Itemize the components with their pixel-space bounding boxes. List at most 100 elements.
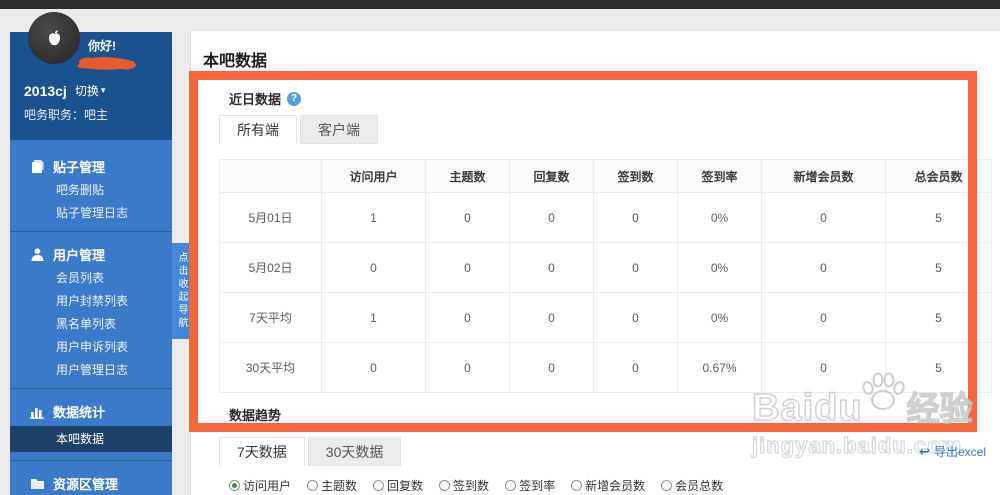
trend-tab[interactable]: 7天数据 [219,437,305,466]
trend-section-title: 数据趋势 [229,408,281,423]
row-label-cell: 7天平均 [220,293,322,343]
radio-label: 主题数 [321,477,357,494]
table-row: 7天平均10000%05 [220,293,992,343]
top-window-bar [0,0,1000,9]
radio-label: 访问用户 [243,477,291,494]
data-cell: 0 [426,343,510,393]
metric-radio-option[interactable]: 回复数 [373,477,423,494]
data-cell: 0 [762,293,886,343]
radio-button[interactable] [661,480,672,491]
radio-button[interactable] [439,480,450,491]
trend-tab[interactable]: 30天数据 [308,437,402,466]
radio-button[interactable] [307,480,318,491]
data-cell: 0 [322,343,426,393]
row-label-cell: 5月01日 [220,193,322,243]
sidebar-menu: 贴子管理吧务删贴贴子管理日志用户管理会员列表用户封禁列表黑名单列表用户申诉列表用… [10,140,172,495]
avatar [28,12,80,64]
help-icon[interactable]: ? [287,92,301,106]
table-row: 5月02日00000%05 [220,243,992,293]
metric-radio-option[interactable]: 签到率 [505,477,555,494]
data-cell: 0 [426,243,510,293]
data-cell: 0 [594,293,678,343]
user-info-block: 你好! 2013cj 切换 ▾ 吧务职务：吧主 [10,32,172,140]
radio-label: 签到数 [453,477,489,494]
table-header-row: 访问用户主题数回复数签到数签到率新增会员数总会员数 [220,160,992,193]
role-label: 吧务职务：吧主 [24,106,108,123]
sidebar-item[interactable]: 贴子管理日志 [10,202,172,225]
account-name: 2013cj [24,83,67,99]
data-cell: 5 [886,193,992,243]
metric-radio-option[interactable]: 会员总数 [661,477,723,494]
data-cell: 0% [678,243,762,293]
sidebar-section-label: 资源区管理 [53,474,118,493]
sidebar-section: 资源区管理图册精品贴收纳 [10,460,172,495]
collapse-nav-tab[interactable]: 点击收起导航 [172,243,191,339]
sidebar-item[interactable]: 会员列表 [10,267,172,290]
sidebar-section-label: 数据统计 [53,402,105,421]
recent-data-table: 访问用户主题数回复数签到数签到率新增会员数总会员数5月01日10000%055月… [219,159,992,393]
radio-button[interactable] [373,480,384,491]
recent-data-section-title: 近日数据 [229,89,281,108]
data-cell: 0 [322,243,426,293]
radio-label: 签到率 [519,477,555,494]
page-title: 本吧数据 [203,47,267,71]
data-cell: 0 [510,193,594,243]
data-cell: 1 [322,193,426,243]
data-cell: 0 [594,193,678,243]
sidebar-item[interactable]: 用户申诉列表 [10,336,172,359]
sidebar-item[interactable]: 吧务删贴 [10,179,172,202]
metric-radio-option[interactable]: 新增会员数 [571,477,645,494]
data-cell: 0 [426,193,510,243]
radio-button[interactable] [505,480,516,491]
export-excel-link[interactable]: ↩ 导出excel [919,443,986,460]
folder-icon [30,476,45,491]
data-cell: 0 [510,243,594,293]
recent-tab[interactable]: 客户端 [300,115,378,144]
radio-button[interactable] [571,480,582,491]
metric-radio-option[interactable]: 访问用户 [229,477,291,494]
sidebar-section-title: 资源区管理 [10,471,172,495]
posts-icon [30,159,45,174]
sidebar-item[interactable]: 黑名单列表 [10,313,172,336]
radio-label: 新增会员数 [585,477,645,494]
data-cell: 0 [510,293,594,343]
table-row: 5月01日10000%05 [220,193,992,243]
row-label-cell: 30天平均 [220,343,322,393]
users-icon [30,247,45,262]
sidebar-section-title: 数据统计 [10,399,172,424]
sidebar-item[interactable]: 用户管理日志 [10,359,172,382]
data-cell: 0 [426,293,510,343]
table-header-cell: 访问用户 [322,160,426,193]
data-cell: 5 [886,293,992,343]
sidebar-section-label: 贴子管理 [53,157,105,176]
chevron-down-icon: ▾ [101,86,106,95]
sidebar-item[interactable]: 用户封禁列表 [10,290,172,313]
switch-account-link[interactable]: 切换 ▾ [75,82,106,99]
metric-radio-option[interactable]: 主题数 [307,477,357,494]
data-cell: 0 [510,343,594,393]
stats-icon [30,404,45,419]
recent-data-tabbar: 所有端客户端 [219,115,381,144]
sidebar-item[interactable]: 本吧数据 [10,426,172,452]
data-cell: 5 [886,343,992,393]
sidebar-section: 用户管理会员列表用户封禁列表黑名单列表用户申诉列表用户管理日志 [10,231,172,388]
row-label-cell: 5月02日 [220,243,322,293]
radio-button[interactable] [229,480,240,491]
data-cell: 0 [594,343,678,393]
recent-tab[interactable]: 所有端 [219,115,297,144]
data-cell: 0 [594,243,678,293]
table-header-cell: 总会员数 [886,160,992,193]
sidebar: 你好! 2013cj 切换 ▾ 吧务职务：吧主 贴子管理吧务删贴贴子管理日志用户… [10,32,172,495]
apple-logo-icon [46,29,63,48]
data-cell: 0.67% [678,343,762,393]
table-header-cell: 回复数 [510,160,594,193]
table-header-cell: 签到率 [678,160,762,193]
table-header-cell [220,160,322,193]
radio-label: 会员总数 [675,477,723,494]
export-arrow-icon: ↩ [919,444,930,460]
table-row: 30天平均00000.67%05 [220,343,992,393]
main-panel: 本吧数据 近日数据 ? 所有端客户端 访问用户主题数回复数签到数签到率新增会员数… [190,30,1000,495]
trend-tabbar: 7天数据30天数据 [219,437,404,466]
sidebar-section-title: 用户管理 [10,242,172,267]
metric-radio-option[interactable]: 签到数 [439,477,489,494]
